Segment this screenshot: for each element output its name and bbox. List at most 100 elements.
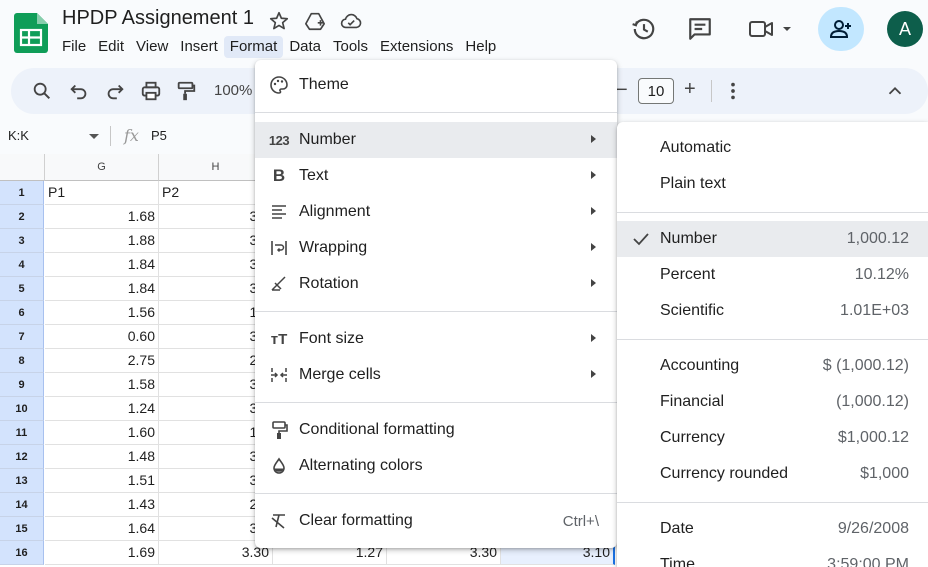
menu-edit[interactable]: Edit xyxy=(92,36,130,58)
zoom-select[interactable]: 100% xyxy=(214,82,252,99)
version-history-icon[interactable] xyxy=(631,16,657,42)
number-format-scientific[interactable]: Scientific 1.01E+03 xyxy=(617,293,928,329)
star-icon[interactable] xyxy=(268,10,290,32)
decrease-font-size-icon[interactable]: − xyxy=(616,79,628,102)
cell-g[interactable]: P1 xyxy=(45,181,159,205)
row-header[interactable]: 14 xyxy=(0,493,44,517)
meet-icon[interactable] xyxy=(748,16,792,42)
format-menu-label: Font size xyxy=(299,330,364,347)
row-header[interactable]: 12 xyxy=(0,445,44,469)
menu-separator xyxy=(255,311,617,312)
cell-g[interactable]: 1.58 xyxy=(45,373,159,397)
menu-tools[interactable]: Tools xyxy=(327,36,374,58)
format-menu-clear-formatting[interactable]: Clear formatting Ctrl+\ xyxy=(255,503,617,539)
number-format-currency-rounded[interactable]: Currency rounded $1,000 xyxy=(617,456,928,492)
row-header[interactable]: 10 xyxy=(0,397,44,421)
cell-g[interactable]: 1.56 xyxy=(45,301,159,325)
number-format-percent[interactable]: Percent 10.12% xyxy=(617,257,928,293)
select-all-corner[interactable] xyxy=(0,154,45,181)
number-format-plain-text[interactable]: Plain text xyxy=(617,166,928,202)
row-header[interactable]: 5 xyxy=(0,277,44,301)
cell-g[interactable]: 1.24 xyxy=(45,397,159,421)
cell-g[interactable]: 1.88 xyxy=(45,229,159,253)
format-menu-rotation[interactable]: Rotation xyxy=(255,266,617,302)
cell-g[interactable]: 0.60 xyxy=(45,325,159,349)
fill-drop-icon xyxy=(269,456,289,476)
cell-g[interactable]: 1.69 xyxy=(45,541,159,565)
move-to-drive-icon[interactable] xyxy=(304,10,326,32)
format-menu-alternating-colors[interactable]: Alternating colors xyxy=(255,448,617,484)
number-format-date[interactable]: Date 9/26/2008 xyxy=(617,511,928,547)
row-header[interactable]: 3 xyxy=(0,229,44,253)
paint-format-icon[interactable] xyxy=(175,80,197,102)
undo-icon[interactable] xyxy=(68,80,90,102)
format-menu-wrapping[interactable]: Wrapping xyxy=(255,230,617,266)
number-format-label: Percent xyxy=(660,266,716,283)
format-menu-alignment[interactable]: Alignment xyxy=(255,194,617,230)
formula-input[interactable]: P5 xyxy=(151,128,167,143)
menu-data[interactable]: Data xyxy=(283,36,327,58)
formula-divider xyxy=(110,126,111,146)
number-format-example: 1,000.12 xyxy=(846,230,909,247)
number-format-number[interactable]: Number 1,000.12 xyxy=(617,221,928,257)
menu-separator xyxy=(617,339,928,340)
menu-insert[interactable]: Insert xyxy=(174,36,224,58)
row-header[interactable]: 8 xyxy=(0,349,44,373)
sheets-logo-icon[interactable] xyxy=(14,13,48,53)
row-header[interactable]: 15 xyxy=(0,517,44,541)
cell-g[interactable]: 1.84 xyxy=(45,253,159,277)
number-format-automatic[interactable]: Automatic xyxy=(617,130,928,166)
cell-g[interactable]: 1.60 xyxy=(45,421,159,445)
cell-g[interactable]: 1.48 xyxy=(45,445,159,469)
column-header-g[interactable]: G xyxy=(45,154,159,181)
number-format-accounting[interactable]: Accounting $ (1,000.12) xyxy=(617,348,928,384)
cell-g[interactable]: 1.64 xyxy=(45,517,159,541)
row-header[interactable]: 11 xyxy=(0,421,44,445)
menu-format[interactable]: Format xyxy=(223,36,284,58)
cell-g[interactable]: 1.43 xyxy=(45,493,159,517)
row-header[interactable]: 4 xyxy=(0,253,44,277)
print-icon[interactable] xyxy=(140,80,162,102)
font-size-input[interactable]: 10 xyxy=(638,78,674,104)
format-menu-conditional-formatting[interactable]: Conditional formatting xyxy=(255,412,617,448)
font-size-icon: тT xyxy=(270,330,288,348)
cell-g[interactable]: 1.68 xyxy=(45,205,159,229)
row-header[interactable]: 2 xyxy=(0,205,44,229)
cell-g[interactable]: 2.75 xyxy=(45,349,159,373)
name-box-caret-icon[interactable] xyxy=(89,134,99,139)
row-header[interactable]: 6 xyxy=(0,301,44,325)
comments-icon[interactable] xyxy=(687,16,713,42)
number-format-financial[interactable]: Financial (1,000.12) xyxy=(617,384,928,420)
row-header[interactable]: 9 xyxy=(0,373,44,397)
format-menu-text[interactable]: B Text xyxy=(255,158,617,194)
name-box[interactable]: K:K xyxy=(8,128,29,143)
menu-file[interactable]: File xyxy=(56,36,92,58)
format-menu-number[interactable]: 123 Number xyxy=(255,122,617,158)
cloud-saved-icon[interactable] xyxy=(340,10,362,32)
format-menu-font-size[interactable]: тT Font size xyxy=(255,321,617,357)
menu-view[interactable]: View xyxy=(130,36,174,58)
row-header[interactable]: 16 xyxy=(0,541,44,565)
row-header[interactable]: 1 xyxy=(0,181,44,205)
increase-font-size-icon[interactable]: + xyxy=(684,78,696,101)
menu-help[interactable]: Help xyxy=(459,36,502,58)
more-options-icon[interactable] xyxy=(722,80,744,102)
document-title[interactable]: HPDP Assignement 1 xyxy=(62,7,254,30)
row-header[interactable]: 7 xyxy=(0,325,44,349)
cell-g[interactable]: 1.84 xyxy=(45,277,159,301)
format-menu-merge-cells[interactable]: Merge cells xyxy=(255,357,617,393)
format-menu-label: Merge cells xyxy=(299,366,381,383)
search-icon[interactable] xyxy=(31,80,53,102)
account-avatar[interactable]: A xyxy=(887,11,923,47)
menu-extensions[interactable]: Extensions xyxy=(374,36,459,58)
number-format-time[interactable]: Time 3:59:00 PM xyxy=(617,547,928,567)
row-header[interactable]: 13 xyxy=(0,469,44,493)
number-format-currency[interactable]: Currency $1,000.12 xyxy=(617,420,928,456)
check-icon xyxy=(633,233,649,246)
cell-g[interactable]: 1.51 xyxy=(45,469,159,493)
collapse-menus-icon[interactable] xyxy=(884,80,906,102)
share-button[interactable] xyxy=(818,7,864,51)
format-menu-label: Conditional formatting xyxy=(299,421,455,438)
format-menu-theme[interactable]: Theme xyxy=(255,67,617,103)
redo-icon[interactable] xyxy=(104,80,126,102)
